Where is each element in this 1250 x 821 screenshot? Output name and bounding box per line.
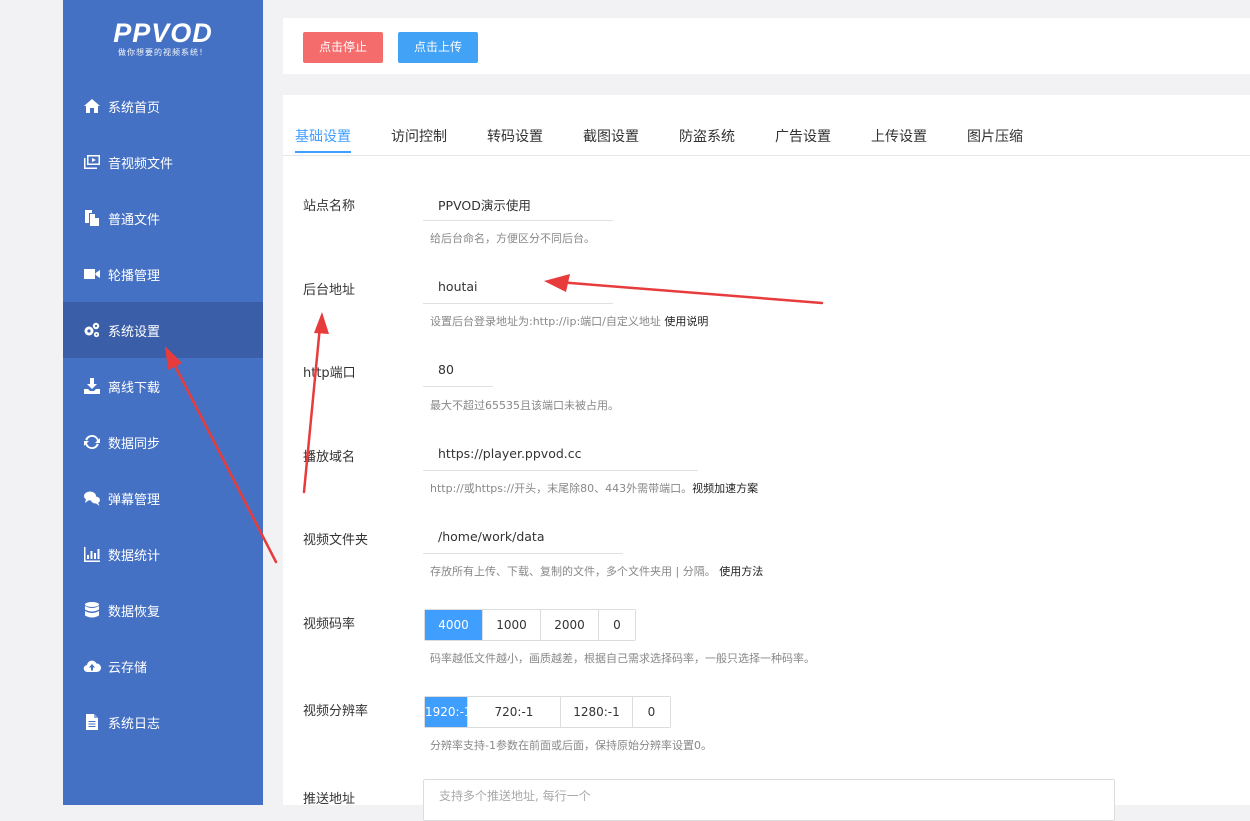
resolution-hint: 分辨率支持-1参数在前面或后面，保持原始分辨率设置0。 <box>430 739 712 752</box>
admin-path-hint: 设置后台登录地址为:http://ip:端口/自定义地址 使用说明 <box>430 313 708 329</box>
video-acceleration-link[interactable]: 视频加速方案 <box>692 482 758 495</box>
stop-button[interactable]: 点击停止 <box>303 32 383 63</box>
admin-path-label: 后台地址 <box>303 283 356 298</box>
gears-icon <box>84 322 100 338</box>
bitrate-label: 视频码率 <box>303 617 356 632</box>
admin-path-input[interactable]: houtai <box>438 279 478 294</box>
sidebar-item-label: 轮播管理 <box>108 268 161 284</box>
push-url-textarea[interactable]: 支持多个推送地址, 每行一个 <box>423 779 1115 821</box>
resolution-option[interactable]: 0 <box>633 697 670 727</box>
sidebar-item-files[interactable]: 普通文件 <box>63 190 263 246</box>
sidebar-item-home[interactable]: 系统首页 <box>63 78 263 134</box>
usage-guide-link[interactable]: 使用说明 <box>664 315 708 328</box>
player-domain-input[interactable]: https://player.ppvod.cc <box>438 446 582 461</box>
sidebar-item-danmaku[interactable]: 弹幕管理 <box>63 470 263 526</box>
settings-tabs: 基础设置 访问控制 转码设置 截图设置 防盗系统 广告设置 上传设置 图片压缩 <box>283 95 1250 156</box>
sidebar-menu: 系统首页 音视频文件 普通文件 轮播管理 系统设置 离线下载 数据同步 弹幕管理… <box>63 78 263 750</box>
sidebar-item-label: 数据同步 <box>108 436 161 452</box>
bitrate-hint: 码率越低文件越小，画质越差，根据自己需求选择码率，一般只选择一种码率。 <box>430 652 815 665</box>
tab-image-compress[interactable]: 图片压缩 <box>967 126 1023 146</box>
player-domain-hint: http://或https://开头，末尾除80、443外需带端口。视频加速方案 <box>430 480 758 496</box>
site-name-hint: 给后台命名，方便区分不同后台。 <box>430 232 595 245</box>
sync-icon <box>84 434 100 450</box>
bitrate-selector: 4000 1000 2000 0 <box>424 609 636 641</box>
sidebar-item-label: 离线下载 <box>108 380 161 396</box>
sidebar-item-offline-download[interactable]: 离线下载 <box>63 358 263 414</box>
active-tab-indicator <box>295 151 351 153</box>
database-icon <box>85 602 99 618</box>
sidebar-item-label: 系统首页 <box>108 100 161 116</box>
tab-access-control[interactable]: 访问控制 <box>391 126 447 146</box>
toolbar: 点击停止 点击上传 <box>283 18 1250 74</box>
resolution-label: 视频分辨率 <box>303 704 369 719</box>
sidebar: PPVOD 做你想要的视频系统！ 系统首页 音视频文件 普通文件 轮播管理 系统… <box>63 0 263 805</box>
upload-button[interactable]: 点击上传 <box>398 32 478 63</box>
tab-ads[interactable]: 广告设置 <box>775 126 831 146</box>
video-folder-label: 视频文件夹 <box>303 533 369 548</box>
home-icon <box>84 99 100 113</box>
player-domain-label: 播放域名 <box>303 450 356 465</box>
admin-path-underline <box>423 303 613 304</box>
push-url-placeholder: 支持多个推送地址, 每行一个 <box>439 789 591 803</box>
sidebar-item-cloud-storage[interactable]: 云存储 <box>63 638 263 694</box>
tab-upload[interactable]: 上传设置 <box>871 126 927 146</box>
tab-transcode[interactable]: 转码设置 <box>487 126 543 146</box>
sidebar-item-data-recovery[interactable]: 数据恢复 <box>63 582 263 638</box>
site-name-input[interactable]: PPVOD演示使用 <box>438 195 531 214</box>
download-icon <box>84 378 100 394</box>
resolution-selector: 1920:-1 720:-1 1280:-1 0 <box>424 696 671 728</box>
bar-chart-icon <box>84 547 100 562</box>
media-files-icon <box>84 155 100 169</box>
admin-path-hint-text: 设置后台登录地址为:http://ip:端口/自定义地址 <box>430 315 661 328</box>
http-port-input[interactable]: 80 <box>438 362 454 377</box>
cloud-upload-icon <box>83 660 101 673</box>
brand-name: PPVOD <box>113 18 213 48</box>
sidebar-item-label: 数据统计 <box>108 548 161 564</box>
sidebar-item-label: 音视频文件 <box>108 156 174 172</box>
video-camera-icon <box>84 269 100 279</box>
sidebar-item-settings[interactable]: 系统设置 <box>63 302 263 358</box>
push-url-label: 推送地址 <box>303 792 356 807</box>
resolution-option[interactable]: 1920:-1 <box>425 697 472 727</box>
comments-icon <box>84 491 100 506</box>
bitrate-option[interactable]: 0 <box>599 610 635 640</box>
player-domain-underline <box>423 470 698 471</box>
video-folder-hint: 存放所有上传、下载、复制的文件，多个文件夹用 | 分隔。 使用方法 <box>430 563 763 579</box>
sidebar-item-label: 系统设置 <box>108 324 161 340</box>
sidebar-item-carousel[interactable]: 轮播管理 <box>63 246 263 302</box>
brand-slogan: 做你想要的视频系统！ <box>118 48 208 57</box>
bitrate-option[interactable]: 4000 <box>425 610 483 640</box>
http-port-hint: 最大不超过65535且该端口未被占用。 <box>430 399 619 412</box>
sidebar-item-label: 普通文件 <box>108 212 161 228</box>
sidebar-item-data-sync[interactable]: 数据同步 <box>63 414 263 470</box>
brand-logo[interactable]: PPVOD 做你想要的视频系统！ <box>63 18 263 58</box>
sidebar-item-statistics[interactable]: 数据统计 <box>63 526 263 582</box>
http-port-label: http端口 <box>303 366 356 381</box>
site-name-label: 站点名称 <box>303 199 356 214</box>
sidebar-item-label: 云存储 <box>108 660 148 676</box>
sidebar-item-label: 系统日志 <box>108 716 161 732</box>
player-domain-hint-text: http://或https://开头，末尾除80、443外需带端口。 <box>430 482 693 495</box>
http-port-underline <box>423 386 493 387</box>
bitrate-option[interactable]: 1000 <box>483 610 541 640</box>
resolution-option[interactable]: 720:-1 <box>468 697 561 727</box>
video-folder-hint-text: 存放所有上传、下载、复制的文件，多个文件夹用 | 分隔。 <box>430 565 716 578</box>
sidebar-item-system-log[interactable]: 系统日志 <box>63 694 263 750</box>
files-icon <box>85 210 99 226</box>
settings-panel: 基础设置 访问控制 转码设置 截图设置 防盗系统 广告设置 上传设置 图片压缩 … <box>283 95 1250 821</box>
sidebar-item-label: 数据恢复 <box>108 604 161 620</box>
tab-anti-leech[interactable]: 防盗系统 <box>679 126 735 146</box>
document-icon <box>86 714 98 730</box>
bitrate-option[interactable]: 2000 <box>541 610 599 640</box>
video-folder-underline <box>423 553 623 554</box>
site-name-underline <box>423 220 613 221</box>
resolution-option[interactable]: 1280:-1 <box>561 697 633 727</box>
tab-basic[interactable]: 基础设置 <box>295 126 351 146</box>
sidebar-item-media-files[interactable]: 音视频文件 <box>63 134 263 190</box>
sidebar-item-label: 弹幕管理 <box>108 492 161 508</box>
video-folder-input[interactable]: /home/work/data <box>438 529 544 544</box>
tab-screenshot[interactable]: 截图设置 <box>583 126 639 146</box>
usage-method-link[interactable]: 使用方法 <box>719 565 763 578</box>
